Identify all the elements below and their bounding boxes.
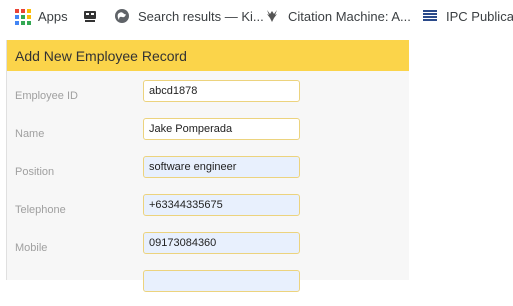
robot-icon bbox=[82, 8, 98, 24]
form-row-next bbox=[7, 268, 409, 306]
bookmark-ipc[interactable]: IPC Publicatio bbox=[422, 0, 513, 32]
employee-id-label: Employee ID bbox=[15, 90, 78, 102]
form-row-mobile: Mobile 09173084360 bbox=[7, 230, 409, 268]
bookmark-apps-label: Apps bbox=[38, 8, 68, 24]
position-label: Position bbox=[15, 166, 55, 178]
form-row-telephone: Telephone +63344335675 bbox=[7, 192, 409, 230]
mobile-label: Mobile bbox=[15, 242, 48, 254]
form-header: Add New Employee Record bbox=[7, 40, 409, 71]
employee-form-panel: Add New Employee Record Employee ID abcd… bbox=[6, 40, 409, 292]
next-field[interactable] bbox=[143, 270, 300, 292]
telephone-field[interactable]: +63344335675 bbox=[143, 194, 300, 216]
bookmark-ipc-label: IPC Publicatio bbox=[446, 8, 513, 24]
apps-grid-icon bbox=[14, 8, 31, 25]
globe-icon bbox=[114, 8, 130, 24]
bookmark-search-results-label: Search results — Ki... bbox=[138, 8, 264, 24]
form-row-position: Position software engineer bbox=[7, 154, 409, 192]
ipc-logo-icon bbox=[422, 8, 438, 24]
bookmark-search-results[interactable]: Search results — Ki... bbox=[114, 0, 264, 32]
employee-id-field[interactable]: abcd1878 bbox=[143, 80, 300, 102]
name-field[interactable]: Jake Pomperada bbox=[143, 118, 300, 140]
position-field[interactable]: software engineer bbox=[143, 156, 300, 178]
name-label: Name bbox=[15, 128, 45, 140]
bookmark-apps[interactable]: Apps bbox=[14, 0, 68, 32]
form-row-employee-id: Employee ID abcd1878 bbox=[7, 78, 409, 116]
mobile-field[interactable]: 09173084360 bbox=[143, 232, 300, 254]
bookmark-citation-machine[interactable]: Citation Machine: A... bbox=[264, 0, 411, 32]
form-row-name: Name Jake Pomperada bbox=[7, 116, 409, 154]
bookmark-citation-machine-label: Citation Machine: A... bbox=[288, 8, 411, 24]
bookmarks-bar: Apps Search results — Ki... Citation Mac… bbox=[0, 0, 513, 32]
telephone-label: Telephone bbox=[15, 204, 66, 216]
form-title: Add New Employee Record bbox=[15, 47, 187, 64]
antler-icon bbox=[264, 8, 280, 24]
bookmark-1[interactable] bbox=[82, 0, 106, 32]
